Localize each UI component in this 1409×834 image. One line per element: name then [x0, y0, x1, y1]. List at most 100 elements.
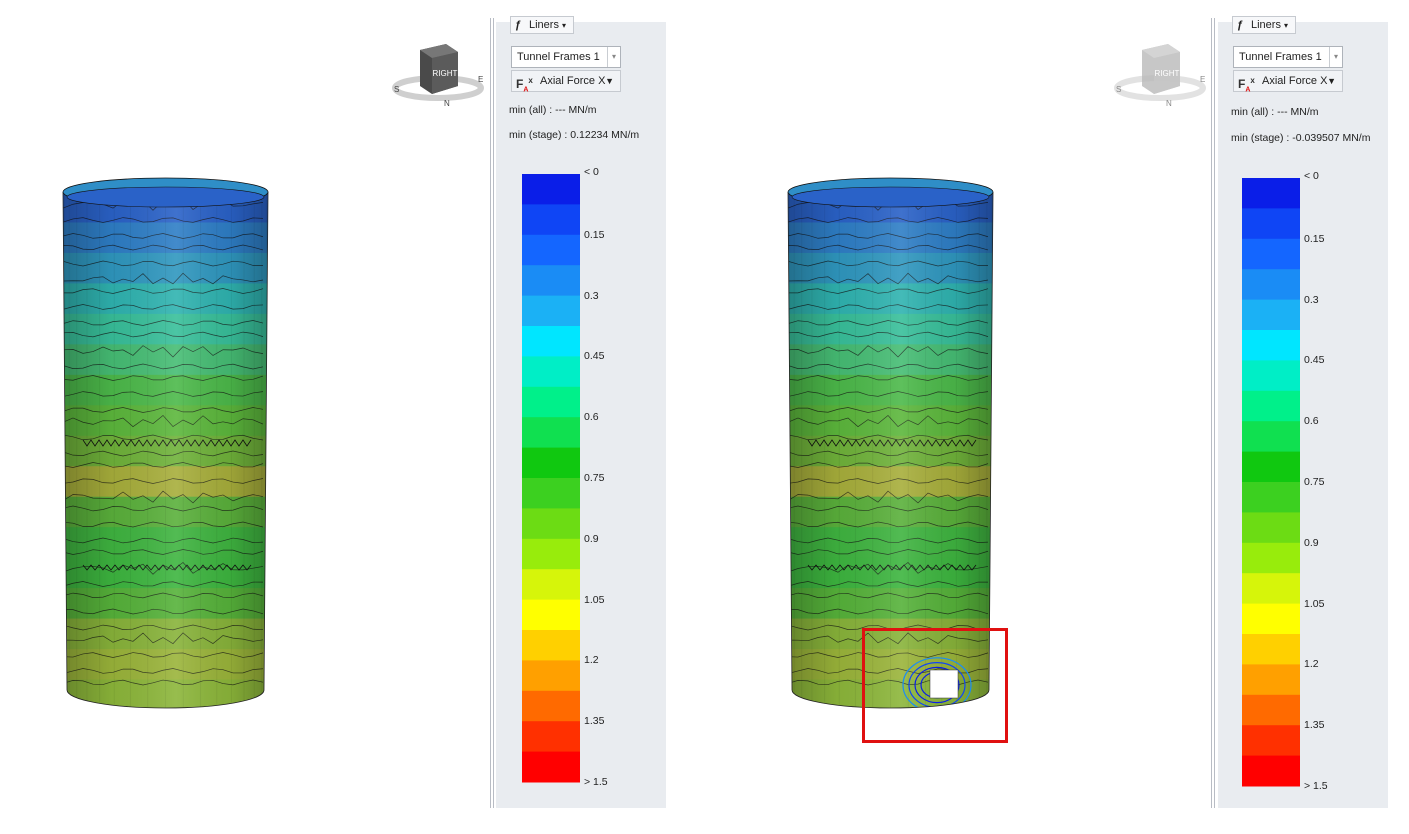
frame-selector[interactable]: Tunnel Frames 1 ▾ [511, 46, 621, 68]
legend-color-band [522, 751, 580, 783]
legend-tick-label: 1.35 [1304, 719, 1325, 732]
splitter-left[interactable] [490, 18, 491, 808]
legend-color-band [522, 721, 580, 753]
color-legend [522, 174, 580, 783]
frame-selector-value: Tunnel Frames 1 [517, 51, 600, 63]
chevron-down-icon[interactable]: ▼ [605, 71, 614, 91]
legend-color-band [522, 386, 580, 418]
legend-tick-label: 0.9 [1304, 536, 1319, 549]
legend-tick-label: 0.3 [584, 289, 599, 302]
chevron-down-icon[interactable]: ▾ [1329, 47, 1342, 67]
min-stage-label: min (stage) : -0.039507 MN/m [1231, 132, 1371, 144]
opening-highlight-box [862, 628, 1008, 743]
nav-cube-face-label: RIGHT [1155, 69, 1180, 78]
legend-color-band [522, 447, 580, 479]
ring-letter-e: E [478, 75, 483, 84]
legend-color-band [522, 204, 580, 236]
legend-color-band [1242, 603, 1300, 635]
legend-color-band [1242, 573, 1300, 605]
legend-tick-label: 0.3 [1304, 293, 1319, 306]
legend-color-band [522, 174, 580, 205]
legend-color-band [1242, 482, 1300, 513]
frame-selector-value: Tunnel Frames 1 [1239, 51, 1322, 63]
chevron-down-icon[interactable]: ▾ [607, 47, 620, 67]
legend-color-band [522, 356, 580, 388]
ring-letter-s: S [1116, 85, 1121, 94]
splitter-right-2 [1214, 18, 1215, 808]
min-all-label: min (all) : --- MN/m [509, 104, 597, 116]
legend-color-band [1242, 390, 1300, 422]
legend-color-band [1242, 634, 1300, 665]
legend-color-band [522, 569, 580, 601]
legend-tick-label: 0.15 [1304, 232, 1325, 245]
frame-selector[interactable]: Tunnel Frames 1 ▾ [1233, 46, 1343, 68]
ring-letter-n: N [444, 99, 450, 108]
legend-color-band [522, 417, 580, 449]
legend-color-band [1242, 178, 1300, 209]
chevron-down-icon[interactable]: ▼ [1327, 71, 1336, 91]
legend-color-band [522, 660, 580, 692]
legend-color-band [1242, 542, 1300, 574]
results-panel-right: ƒ Liners ▾ Tunnel Frames 1 ▾ FAx Axial F… [1218, 16, 1388, 808]
chevron-down-icon: ▾ [1284, 21, 1289, 30]
legend-tick-label: 0.75 [584, 472, 605, 484]
liners-button[interactable]: ƒ Liners ▾ [1232, 16, 1296, 34]
nav-cube-icon[interactable]: RIGHT S E N [1110, 38, 1210, 108]
legend-color-band [522, 538, 580, 570]
legend-color-band [1242, 208, 1300, 240]
legend-color-band [1242, 269, 1300, 301]
legend-color-band [1242, 330, 1300, 361]
splitter-right[interactable] [1211, 18, 1212, 808]
result-selector-label: Axial Force X [540, 75, 606, 87]
result-selector-label: Axial Force X [1262, 75, 1328, 87]
legend-tick-label: 1.2 [1304, 658, 1319, 671]
legend-color-band [1242, 451, 1300, 483]
ring-letter-n: N [1166, 99, 1172, 108]
legend-tick-label: 1.35 [584, 715, 605, 728]
nav-cube-right[interactable]: RIGHT S E N [1110, 38, 1210, 111]
viewport-left[interactable]: RIGHT S E N [0, 0, 490, 834]
liners-button-label: Liners [1251, 19, 1281, 31]
legend-tick-label: 1.05 [584, 593, 605, 606]
legend-color-band [522, 630, 580, 661]
legend-tick-label: < 0 [1304, 170, 1319, 182]
legend-color-band [1242, 694, 1300, 726]
min-stage-label: min (stage) : 0.12234 MN/m [509, 129, 640, 141]
results-panel-left: ƒ Liners ▾ Tunnel Frames 1 ▾ FAx Axial F… [496, 16, 666, 808]
force-x-icon: FAx [1238, 76, 1255, 94]
liners-button[interactable]: ƒ Liners ▾ [510, 16, 574, 34]
nav-cube-left[interactable]: RIGHT S E N [388, 38, 488, 111]
legend-color-band [522, 234, 580, 266]
ring-letter-e: E [1200, 75, 1205, 84]
shaft-model-left[interactable] [55, 170, 280, 730]
legend-color-band [1242, 360, 1300, 392]
chevron-down-icon: ▾ [562, 21, 567, 30]
legend-tick-label: 0.45 [584, 350, 605, 363]
legend-color-band [1242, 755, 1300, 787]
legend-color-band [522, 478, 580, 509]
legend-color-band [1242, 299, 1300, 331]
legend-color-band [1242, 238, 1300, 270]
legend-color-band [522, 265, 580, 297]
legend-color-band [1242, 664, 1300, 696]
ring-letter-s: S [394, 85, 399, 94]
liner-icon: ƒ [1237, 19, 1244, 31]
liners-button-label: Liners [529, 19, 559, 31]
legend-tick-label: 0.9 [584, 532, 599, 545]
min-all-label: min (all) : --- MN/m [1231, 106, 1319, 118]
legend-tick-label: 0.75 [1304, 476, 1325, 488]
force-x-icon: FAx [516, 76, 533, 94]
legend-color-band [1242, 725, 1300, 757]
liner-icon: ƒ [515, 19, 522, 31]
legend-tick-label: > 1.5 [1304, 780, 1328, 792]
nav-cube-icon[interactable]: RIGHT S E N [388, 38, 488, 108]
legend-color-band [522, 690, 580, 722]
legend-tick-label: 1.2 [584, 654, 599, 667]
legend-color-band [522, 295, 580, 327]
legend-tick-label: 0.6 [1304, 415, 1319, 428]
result-selector[interactable]: FAx Axial Force X ▼ [511, 70, 621, 93]
legend-color-band [522, 508, 580, 540]
result-selector[interactable]: FAx Axial Force X ▼ [1233, 70, 1343, 93]
legend-tick-label: < 0 [584, 166, 599, 178]
legend-color-band [1242, 512, 1300, 544]
